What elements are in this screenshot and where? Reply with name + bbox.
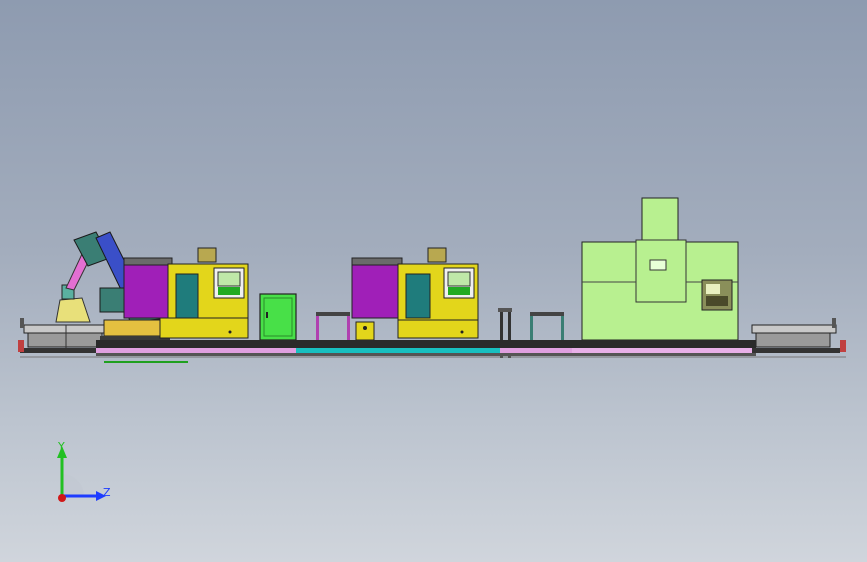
left-loading-table (18, 318, 108, 353)
right-loading-table (748, 318, 846, 353)
machining-center[interactable] (581, 197, 739, 341)
cabinet-pedestal (355, 321, 375, 341)
y-axis-label: Y (58, 440, 65, 453)
coordinate-triad: Y Z (40, 436, 120, 508)
assembly-model[interactable] (0, 0, 867, 562)
part-stand-2 (530, 312, 564, 342)
z-axis-label: Z (103, 486, 111, 499)
linear-track (20, 340, 846, 358)
part-stand-1 (316, 312, 350, 342)
electrical-cabinet[interactable] (259, 293, 297, 341)
cad-viewport[interactable]: Y Z (0, 0, 867, 562)
